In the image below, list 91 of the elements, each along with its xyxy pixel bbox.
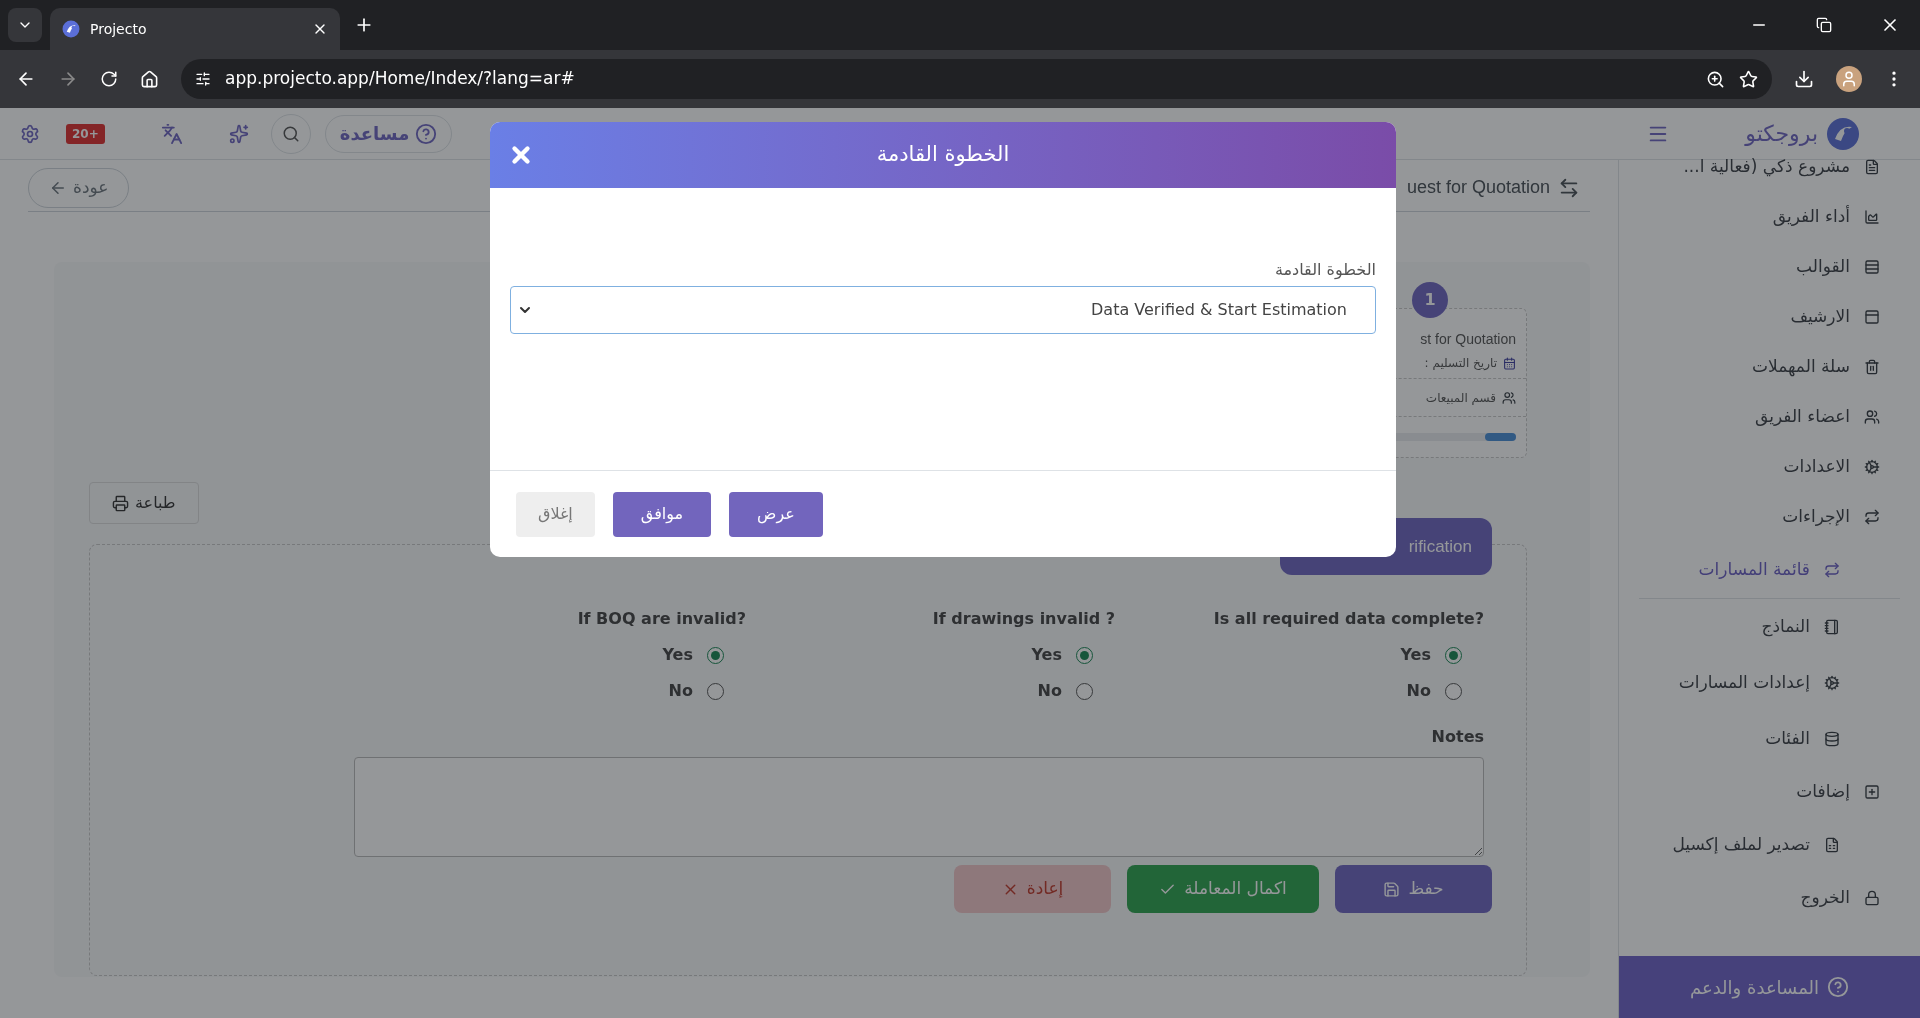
sidebar-item[interactable]: الارشيف [1790, 304, 1850, 330]
dialog-button[interactable]: عرض [729, 491, 823, 537]
notification-badge[interactable]: 20+ [66, 123, 105, 144]
stage-name: st for Quotation [1420, 330, 1516, 349]
sidebar-item[interactable]: الإجراءات [1782, 504, 1850, 530]
notes-field[interactable] [354, 757, 1484, 857]
spreadsheet-icon [1824, 837, 1840, 853]
page-title: uest for Quotation [1406, 176, 1550, 199]
sidebar-item[interactable]: سلة المهملات [1752, 354, 1850, 380]
users-icon [1502, 390, 1516, 405]
sidebar-item[interactable]: إضافات [1796, 779, 1850, 805]
question-label: Is all required data complete? [1213, 608, 1484, 630]
chart-icon [1864, 209, 1880, 225]
profile-avatar[interactable] [1836, 66, 1862, 92]
notes-label: Notes [1431, 726, 1484, 748]
sparkle-icon[interactable] [228, 123, 249, 144]
tab-list-button[interactable] [8, 8, 42, 42]
department-label: قسم المبيعات [1425, 389, 1496, 407]
complete-button[interactable]: اكمال المعاملة [1127, 865, 1319, 913]
sidebar-item[interactable]: الفئات [1765, 726, 1810, 752]
radio-label: No [1037, 680, 1062, 702]
swap-icon [1558, 176, 1580, 199]
restore-icon[interactable] [1816, 17, 1832, 33]
brand-name: بروجكتو [1745, 120, 1818, 148]
reset-button[interactable]: إعادة [954, 865, 1111, 913]
download-icon[interactable] [1794, 69, 1814, 89]
repeat-icon [1864, 509, 1880, 525]
users-icon [1864, 409, 1880, 425]
radio-button[interactable] [1445, 682, 1462, 700]
rows-icon [1864, 259, 1880, 275]
calendar-icon [1503, 356, 1516, 370]
sidebar-item[interactable]: النماذج [1761, 614, 1810, 640]
radio-button[interactable] [1076, 682, 1093, 700]
favicon-icon [62, 20, 80, 38]
lock-icon [1864, 890, 1880, 906]
repeat-icon [1824, 562, 1840, 578]
help-support-label: المساعدة والدعم [1689, 975, 1820, 1001]
radio-button[interactable] [707, 682, 724, 700]
zoom-icon[interactable] [1706, 69, 1725, 89]
sidebar-item[interactable]: القوالب [1796, 254, 1850, 280]
sidebar-item[interactable]: أداء الفريق [1772, 204, 1850, 230]
sidebar-item[interactable]: قائمة المسارات [1698, 557, 1810, 583]
radio-label: Yes [662, 644, 693, 666]
dialog-title: الخطوة القادمة [876, 141, 1010, 169]
help-support-bar[interactable]: المساعدة والدعم [1619, 956, 1920, 1018]
help-icon [1827, 976, 1850, 998]
sidebar-item[interactable]: إعدادات المسارات [1678, 670, 1810, 696]
radio-label: No [668, 680, 693, 702]
save-icon [1383, 880, 1401, 898]
question-label: If BOQ are invalid? [577, 608, 746, 630]
radio-label: Yes [1400, 644, 1431, 666]
radio-button[interactable] [1076, 646, 1093, 664]
print-button[interactable]: طباعة [89, 482, 199, 524]
delivery-date-label: تاريخ التسليم : [1424, 355, 1497, 372]
radio-label: Yes [1031, 644, 1062, 666]
sidebar-item[interactable]: الخروج [1800, 885, 1850, 911]
translate-icon[interactable] [160, 122, 183, 145]
radio-button[interactable] [1445, 646, 1462, 664]
dialog-button[interactable]: إغلاق [516, 491, 595, 537]
radio-label: No [1406, 680, 1431, 702]
settings-icon[interactable] [20, 123, 40, 144]
document-icon [1864, 159, 1880, 175]
sidebar-item[interactable]: اعضاء الفريق [1755, 404, 1850, 430]
home-icon[interactable] [140, 69, 159, 89]
radio-button[interactable] [707, 646, 724, 664]
sidebar-item[interactable]: تصدير لملف إكسيل [1672, 832, 1810, 858]
address-bar[interactable]: app.projecto.app/Home/Index/?lang=ar# [181, 59, 1772, 99]
next-step-select[interactable]: Data Verified & Start Estimation [510, 286, 1376, 334]
save-button[interactable]: حفظ [1335, 865, 1492, 913]
logo-icon [1826, 116, 1860, 151]
dialog-button[interactable]: موافق [612, 491, 712, 537]
settings-icon [1824, 675, 1840, 691]
help-icon [415, 122, 438, 145]
star-icon[interactable] [1739, 69, 1758, 89]
question-label: If drawings invalid ? [932, 608, 1115, 630]
sidebar-item[interactable]: الاعدادات [1783, 454, 1850, 480]
trash-icon [1864, 359, 1880, 375]
settings-icon [1864, 459, 1880, 475]
field-label: الخطوة القادمة [1274, 259, 1376, 281]
browser-tab[interactable]: Projecto [50, 8, 340, 50]
layout-icon [1864, 309, 1880, 325]
reload-icon[interactable] [100, 70, 118, 88]
site-info-icon[interactable] [195, 71, 211, 87]
person-icon [1840, 70, 1858, 88]
database-icon [1824, 731, 1840, 747]
notebook-icon [1824, 619, 1840, 635]
sidebar-item[interactable]: مشروع ذكي (فعالية ا... [1683, 154, 1850, 180]
search-icon [281, 124, 300, 143]
printer-icon [112, 494, 129, 512]
plus-square-icon [1864, 784, 1880, 800]
step-number: 1 [1412, 282, 1448, 318]
